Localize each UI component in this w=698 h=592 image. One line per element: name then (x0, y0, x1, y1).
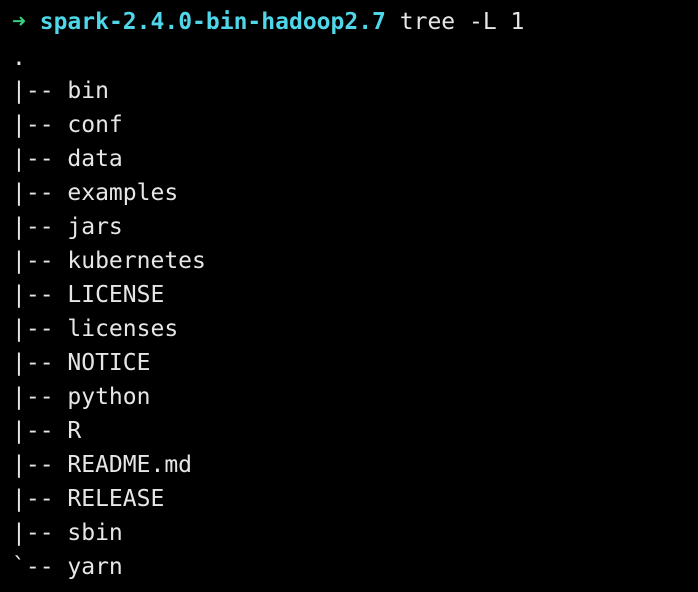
tree-entry: |-- kubernetes (12, 244, 206, 278)
tree-branch: |-- (12, 520, 68, 546)
tree-branch: |-- (12, 282, 68, 308)
tree-entry: |-- README.md (12, 448, 206, 482)
tree-entry: |-- licenses (12, 312, 206, 346)
entry-name: NOTICE (67, 350, 151, 376)
entry-name: python (67, 384, 151, 410)
tree-entry: |-- conf (12, 108, 206, 142)
tree-branch: |-- (12, 248, 68, 274)
entry-name: kubernetes (67, 248, 206, 274)
tree-branch: |-- (12, 146, 68, 172)
entry-name: jars (67, 214, 123, 240)
command-text: tree -L 1 (399, 9, 525, 35)
tree-entry: |-- R (12, 414, 206, 448)
tree-branch: |-- (12, 180, 68, 206)
tree-branch: |-- (12, 112, 68, 138)
tree-entry: |-- python (12, 380, 206, 414)
tree-branch: |-- (12, 350, 68, 376)
entry-name: README.md (67, 452, 193, 478)
tree-branch: |-- (12, 214, 68, 240)
entry-name: yarn (67, 554, 123, 580)
entry-name: licenses (67, 316, 179, 342)
tree-root: . (12, 45, 26, 71)
tree-entry: |-- NOTICE (12, 346, 206, 380)
tree-entry: |-- examples (12, 176, 206, 210)
entry-name: RELEASE (67, 486, 165, 512)
terminal-window[interactable]: ➜ spark-2.4.0-bin-hadoop2.7 tree -L 1 . … (0, 0, 698, 592)
tree-branch: `-- (12, 554, 68, 580)
entry-name: sbin (67, 520, 123, 546)
tree-branch: |-- (12, 78, 68, 104)
tree-entry: |-- LICENSE (12, 278, 206, 312)
entry-name: conf (67, 112, 123, 138)
prompt-arrow-icon: ➜ (12, 9, 26, 35)
entry-name: bin (67, 78, 109, 104)
tree-branch: |-- (12, 418, 68, 444)
tree-entry: |-- RELEASE (12, 482, 206, 516)
tree-branch: |-- (12, 316, 68, 342)
prompt-line: ➜ spark-2.4.0-bin-hadoop2.7 tree -L 1 (12, 6, 524, 38)
tree-branch: |-- (12, 486, 68, 512)
tree-branch: |-- (12, 452, 68, 478)
entry-name: R (67, 418, 82, 444)
tree-entry: |-- jars (12, 210, 206, 244)
tree-entry: |-- data (12, 142, 206, 176)
tree-entry: |-- bin (12, 74, 206, 108)
current-directory: spark-2.4.0-bin-hadoop2.7 (39, 9, 386, 35)
entry-name: data (67, 146, 123, 172)
tree-list: |-- bin |-- conf |-- data |-- examples |… (12, 74, 206, 584)
tree-branch: |-- (12, 384, 68, 410)
entry-name: examples (67, 180, 179, 206)
entry-name: LICENSE (67, 282, 165, 308)
tree-entry: `-- yarn (12, 550, 206, 584)
tree-entry: |-- sbin (12, 516, 206, 550)
